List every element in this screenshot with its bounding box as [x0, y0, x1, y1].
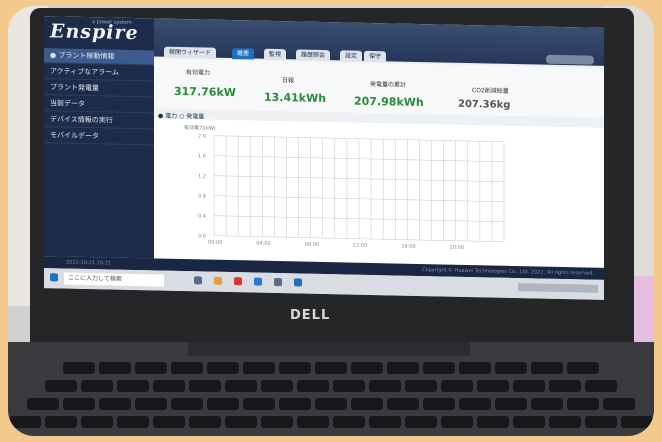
sidebar-item-current-data[interactable]: 当前データ	[44, 96, 154, 114]
tab-wizard[interactable]: 稼開ウィザード	[164, 46, 217, 59]
sidebar: Enspire a power system ● プラント稼動情報 アクティブな…	[44, 16, 154, 259]
dell-logo: DELL	[290, 308, 331, 323]
metric-label-active-power: 有効電力	[186, 69, 211, 77]
x-tick-label: 08:00	[305, 242, 319, 248]
y-tick-label: 1.6	[198, 153, 206, 159]
taskbar-search-input[interactable]: ここに入力して検索	[64, 272, 164, 287]
task-view-icon[interactable]	[194, 276, 202, 285]
store-icon[interactable]	[274, 277, 282, 287]
sidebar-item-mobile-data[interactable]: モバイルデータ	[44, 128, 154, 146]
metric-label-co2: CO2削減総量	[472, 87, 509, 95]
tab-maintenance[interactable]: 保守	[364, 50, 387, 63]
metric-value-total-yield: 207.98kWh	[354, 94, 424, 110]
sidebar-item-plant-yield[interactable]: プラント発電量	[44, 80, 154, 98]
laptop-screen: Enspire a power system ● プラント稼動情報 アクティブな…	[44, 16, 604, 300]
footer-timestamp: 2022-10-21 15:21	[66, 259, 112, 267]
logo-subtitle: a power system	[92, 19, 132, 26]
y-tick-label: 2.0	[198, 133, 206, 139]
power-chart: 有効電力(kW)2.0 1.6 1.2 0.8 0.4 0.000:00 04:00 08:0…	[184, 124, 505, 251]
metrics-panel: 有効電力 317.76kW 日報 13.41kWh 発電量の累計 207.98k…	[154, 58, 604, 118]
chart-area: 有効電力(kW) 2.0 1.6 1.2 0.8 0.4 0.0 00:00 04:00 08:0…	[154, 118, 604, 268]
app-icon[interactable]	[234, 277, 242, 286]
x-tick-label: 16:00	[401, 244, 415, 250]
y-axis-title: 有効電力(kW)	[184, 124, 216, 132]
tab-history[interactable]: 履歴照会	[296, 49, 331, 62]
tab-monitoring[interactable]: 監視	[264, 48, 287, 61]
metric-value-active-power: 317.76kW	[174, 84, 236, 100]
y-tick-label: 1.2	[198, 173, 206, 179]
keyboard-row	[8, 380, 654, 392]
y-tick-label: 0.0	[198, 233, 206, 239]
header-controls[interactable]	[546, 54, 594, 65]
x-tick-label: 20:00	[450, 245, 464, 251]
file-explorer-icon[interactable]	[214, 276, 222, 285]
photo-frame: DELL Enspire a power system ● プラント稼動情報 ア…	[8, 6, 654, 436]
windows-start-icon[interactable]	[50, 273, 58, 282]
keyboard-row	[8, 362, 654, 374]
y-tick-label: 0.8	[198, 193, 206, 199]
metric-label-daily: 日報	[282, 77, 295, 85]
metric-value-daily: 13.41kWh	[264, 90, 327, 106]
top-header: 稼開ウィザード 概要 監視 履歴照会 設定 保守	[154, 18, 604, 66]
metric-label-total-yield: 発電量の累計	[370, 80, 407, 89]
edge-icon[interactable]	[254, 277, 262, 286]
laptop-hinge	[188, 342, 470, 356]
x-tick-label: 00:00	[208, 240, 222, 246]
keyboard-row	[8, 416, 654, 428]
tab-settings[interactable]: 設定	[340, 50, 363, 62]
sidebar-item-plant-status[interactable]: ● プラント稼動情報	[44, 48, 154, 66]
mail-icon[interactable]	[294, 278, 302, 287]
sidebar-item-device-info[interactable]: デバイス情報の実行	[44, 112, 154, 130]
y-tick-label: 0.4	[198, 213, 206, 219]
system-tray[interactable]	[518, 283, 598, 293]
metric-value-co2: 207.36kg	[458, 98, 511, 111]
x-tick-label: 04:00	[256, 241, 270, 247]
keyboard-row	[8, 398, 654, 410]
sidebar-item-active-alarms[interactable]: アクティブなアラーム	[44, 64, 154, 82]
tab-overview[interactable]: 概要	[232, 48, 255, 60]
x-tick-label: 12:00	[353, 243, 367, 249]
